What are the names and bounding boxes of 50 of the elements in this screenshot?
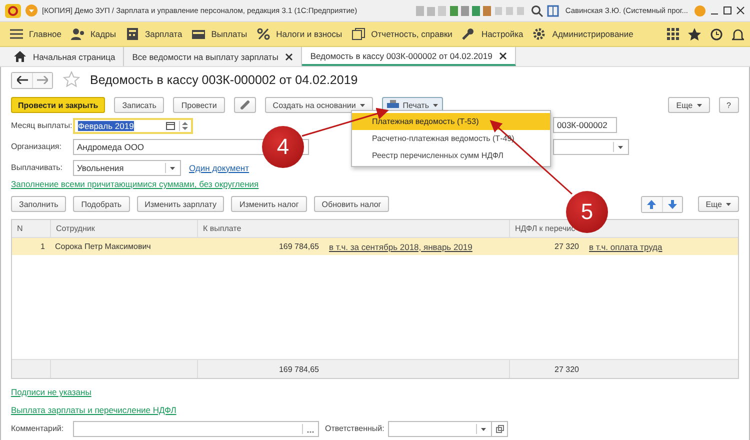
number-field[interactable]: 003К-000002 <box>553 117 617 133</box>
column-header: К выплате <box>197 220 509 237</box>
table-command-button[interactable]: Обновить налог <box>314 196 390 212</box>
table-command-button[interactable]: Заполнить <box>11 196 66 212</box>
amount-details-link[interactable]: в т.ч. за сентябрь 2018, январь 2019 <box>329 242 472 252</box>
menu-item[interactable]: Платежная ведомость (Т-53) <box>352 113 550 130</box>
more-button[interactable]: Еще <box>668 97 710 113</box>
signatures-link[interactable]: Подписи не указаны <box>11 387 92 397</box>
section-button[interactable]: Зарплата <box>122 28 186 40</box>
field-label: Комментарий: <box>11 424 65 433</box>
field-label: Выплачивать: <box>11 163 64 172</box>
create-based-on-button[interactable]: Создать на основании <box>264 97 373 113</box>
column-header: N <box>16 224 24 233</box>
save-button[interactable]: Записать <box>114 97 164 113</box>
table-command-button[interactable]: Изменить налог <box>231 196 307 212</box>
section-button[interactable]: Администрирование <box>529 28 638 40</box>
section-button[interactable]: Главное <box>6 28 66 40</box>
payment-link[interactable]: Выплата зарплаты и перечисление НДФЛ <box>11 405 176 415</box>
total-cell: 169 784,65 <box>197 360 324 378</box>
tab[interactable]: Ведомость в кассу 003К-000002 от 04.02.2019 <box>302 47 516 66</box>
section-button[interactable]: Выплаты <box>188 28 252 40</box>
one-document-link[interactable]: Один документ <box>189 162 250 172</box>
field-label: Месяц выплаты: <box>11 121 73 130</box>
table-cell-text: 169 784,65 <box>278 242 320 251</box>
column-header: Сотрудник <box>50 220 197 237</box>
total-cell: 27 320 <box>509 360 584 378</box>
table-row[interactable]: 1 Сорока Петр Максимович 169 784,65 в т.ч. за сентябрь 2018, январь 2019 27 320 в т.ч. оплата труда <box>12 238 738 255</box>
table-command-button[interactable]: Подобрать <box>73 196 130 212</box>
month-field[interactable]: Февраль 2019 <box>73 118 193 134</box>
tab[interactable]: Начальная страница <box>6 47 124 66</box>
fill-mode-link[interactable]: Заполнение всеми причитающимися суммами, без округления <box>11 179 259 189</box>
section-button[interactable]: Настройка <box>458 28 528 40</box>
menu-item[interactable]: Реестр перечисленных сумм НДФЛ <box>352 147 550 164</box>
help-button[interactable]: ? <box>718 97 739 113</box>
table-command-button[interactable]: Изменить зарплату <box>136 196 224 212</box>
document-title: Ведомость в кассу 003К-000002 от 04.02.2019 <box>90 73 358 87</box>
field-label: Ответственный: <box>325 424 384 433</box>
payment-type-field[interactable]: Увольнения <box>73 160 181 176</box>
table-cell-text: 1 <box>40 242 46 251</box>
post-button[interactable]: Провести <box>173 97 225 113</box>
table-cell-text: 27 320 <box>554 242 580 251</box>
table-cell-text: Сорока Петр Максимович <box>54 242 152 251</box>
section-button[interactable]: Отчетность, справки <box>348 28 456 40</box>
section-button[interactable]: Налоги и взносы <box>253 28 346 40</box>
post-and-close-button[interactable]: Провести и закрыть <box>11 97 106 113</box>
section-button[interactable]: Кадры <box>67 28 120 40</box>
field-label: Организация: <box>11 142 62 151</box>
tax-details-link[interactable]: в т.ч. оплата труда <box>589 242 662 252</box>
more-button[interactable]: Еще <box>698 196 739 212</box>
step-number-badge: 4 <box>262 126 304 168</box>
